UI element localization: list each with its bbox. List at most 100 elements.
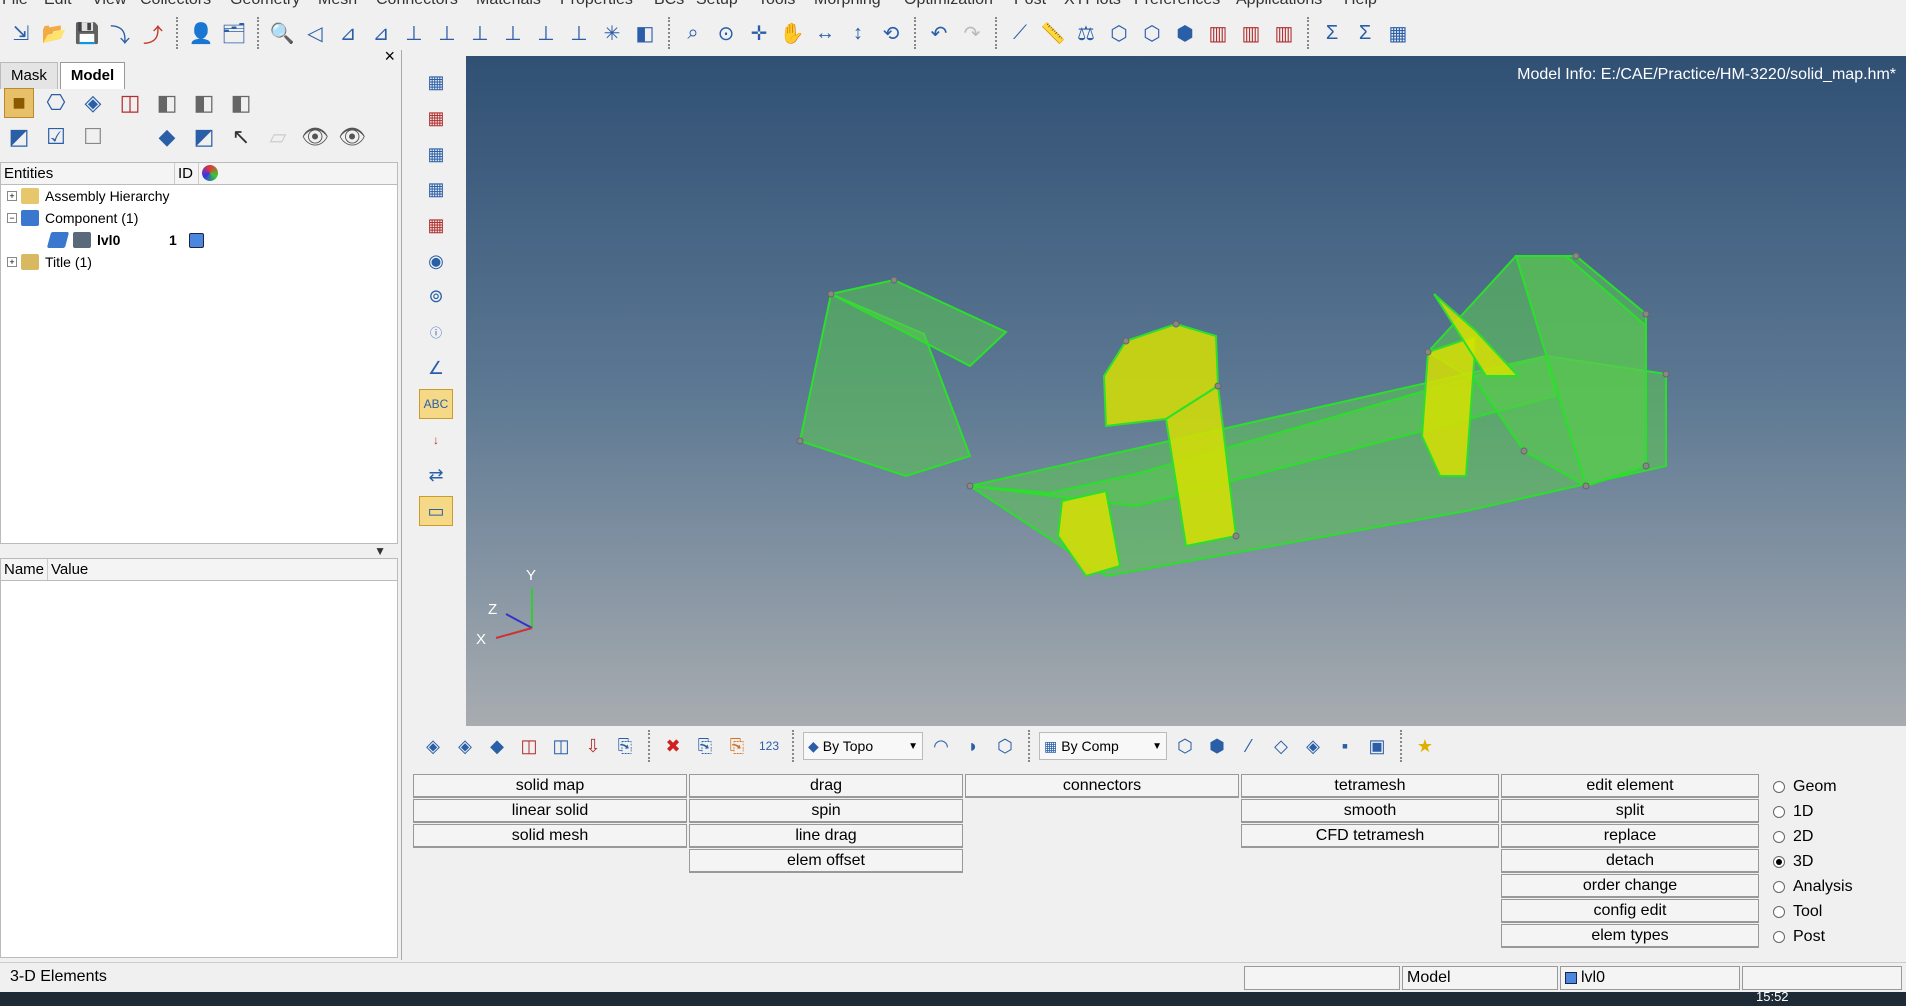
- elem-offset-button[interactable]: elem offset: [689, 849, 963, 873]
- view-xy-icon[interactable]: ⊥: [399, 18, 429, 48]
- globe-icon[interactable]: ◉: [419, 246, 453, 276]
- expand-icon[interactable]: +: [7, 257, 17, 267]
- view-zx-icon[interactable]: ⊥: [498, 18, 528, 48]
- mass-icon[interactable]: ⚖: [1071, 18, 1101, 48]
- radio-circle[interactable]: [1773, 855, 1785, 868]
- element-shrink-icon[interactable]: ▪: [1331, 732, 1359, 760]
- zoom-fit-icon[interactable]: ⊙: [711, 18, 741, 48]
- tab-model[interactable]: Model: [59, 62, 126, 89]
- pan-icon[interactable]: ✛: [744, 18, 774, 48]
- open-model-icon[interactable]: 📂: [39, 18, 69, 48]
- radio-circle[interactable]: [1773, 805, 1785, 818]
- id-column-header[interactable]: ID: [175, 163, 199, 184]
- menu-materials[interactable]: Materials: [476, 0, 541, 9]
- solid-mesh-button[interactable]: solid mesh: [413, 824, 687, 848]
- view-yx-icon[interactable]: ⊥: [531, 18, 561, 48]
- chevron-down-icon[interactable]: ▼: [374, 544, 386, 558]
- geometry-shaded-icon[interactable]: ◗: [959, 732, 987, 760]
- tree-row-lvl0[interactable]: lvl0 1: [1, 229, 397, 251]
- tetramesh-button[interactable]: tetramesh: [1241, 774, 1499, 798]
- edit-element-button[interactable]: edit element: [1501, 774, 1759, 798]
- property-icon[interactable]: ◫: [515, 732, 543, 760]
- info-123-icon[interactable]: ⓘ: [419, 318, 453, 348]
- mesh-check-icon[interactable]: ▦: [419, 104, 453, 134]
- zoom-window-icon[interactable]: ⌕: [678, 18, 708, 48]
- menu-geometry[interactable]: Geometry: [230, 0, 300, 9]
- sum-icon[interactable]: Σ: [1317, 18, 1347, 48]
- assembly-icon[interactable]: ⎔: [41, 88, 71, 118]
- menu-setup[interactable]: Setup: [696, 0, 738, 9]
- color-column-icon[interactable]: [199, 163, 221, 184]
- view-yz-icon[interactable]: ⊥: [465, 18, 495, 48]
- mesh-edit-icon[interactable]: ▦: [419, 68, 453, 98]
- radio-1d[interactable]: 1D: [1773, 799, 1903, 824]
- cube-solid-icon[interactable]: ⬢: [1170, 18, 1200, 48]
- favorite-star-icon[interactable]: ★: [1411, 732, 1439, 760]
- property-icon[interactable]: ◫: [115, 88, 145, 118]
- tree-row-component[interactable]: − Component (1): [1, 207, 397, 229]
- linear-solid-button[interactable]: linear solid: [413, 799, 687, 823]
- radio-circle[interactable]: [1773, 830, 1785, 843]
- connectors-button[interactable]: connectors: [965, 774, 1239, 798]
- config-edit-button[interactable]: config edit: [1501, 899, 1759, 923]
- binoculars-icon[interactable]: ⊚: [419, 282, 453, 312]
- hand-icon[interactable]: ✋: [777, 18, 807, 48]
- tree-row-title[interactable]: + Title (1): [1, 251, 397, 273]
- menu-morphing[interactable]: Morphing: [814, 0, 881, 9]
- tab-mask[interactable]: Mask: [0, 62, 58, 89]
- component-blue-icon[interactable]: ◆: [483, 732, 511, 760]
- menu-collectors[interactable]: Collectors: [140, 0, 211, 9]
- replace-button[interactable]: replace: [1501, 824, 1759, 848]
- name-column-header[interactable]: Name: [1, 559, 48, 580]
- menu-mesh[interactable]: Mesh: [318, 0, 357, 9]
- mesh-remesh-icon[interactable]: ▦: [419, 211, 453, 241]
- element-3d-icon[interactable]: ◈: [1299, 732, 1327, 760]
- menu-bcs[interactable]: BCs: [654, 0, 684, 9]
- menu-help[interactable]: Help: [1344, 0, 1377, 9]
- close-icon[interactable]: ×: [384, 46, 395, 67]
- status-model[interactable]: Model: [1402, 966, 1558, 990]
- hide-icon[interactable]: ▱: [263, 122, 293, 152]
- angle-icon[interactable]: ∠: [419, 354, 453, 384]
- menu-post[interactable]: Post: [1014, 0, 1046, 9]
- radio-2d[interactable]: 2D: [1773, 824, 1903, 849]
- sum-script-icon[interactable]: Σ: [1350, 18, 1380, 48]
- contour-icon[interactable]: ▥: [1203, 18, 1233, 48]
- element-shaded-icon[interactable]: ⬢: [1203, 732, 1231, 760]
- spin-button[interactable]: spin: [689, 799, 963, 823]
- deformed-icon[interactable]: ▥: [1236, 18, 1266, 48]
- drag-button[interactable]: drag: [689, 774, 963, 798]
- copy-icon[interactable]: ⎘: [691, 732, 719, 760]
- split-button[interactable]: split: [1501, 799, 1759, 823]
- expand-icon[interactable]: +: [7, 191, 17, 201]
- graphics-viewport[interactable]: Model Info: E:/CAE/Practice/HM-3220/soli…: [466, 56, 1906, 726]
- move-horizontal-icon[interactable]: ↔: [810, 18, 840, 48]
- menu-xyplots[interactable]: XYPlots: [1064, 0, 1121, 9]
- menu-tools[interactable]: Tools: [758, 0, 795, 9]
- cfd-tetramesh-button[interactable]: CFD tetramesh: [1241, 824, 1499, 848]
- loadcol-icon[interactable]: ◫: [547, 732, 575, 760]
- delete-icon[interactable]: ✖: [659, 732, 687, 760]
- view-iso2-icon[interactable]: ⊿: [366, 18, 396, 48]
- show-icon[interactable]: ◆: [152, 122, 182, 152]
- redo-icon[interactable]: ↷: [957, 18, 987, 48]
- menu-file[interactable]: File: [2, 0, 28, 9]
- value-column-header[interactable]: Value: [48, 559, 397, 580]
- radio-post[interactable]: Post: [1773, 924, 1903, 949]
- loadstep-icon[interactable]: ⇩: [579, 732, 607, 760]
- label-abc-icon[interactable]: ABC: [419, 389, 453, 419]
- elem-types-button[interactable]: elem types: [1501, 924, 1759, 948]
- distance-icon[interactable]: ⟋: [1005, 18, 1035, 48]
- organize-icon[interactable]: 🗂: [219, 18, 249, 48]
- view-back-icon[interactable]: ◁: [300, 18, 330, 48]
- cube-wire-icon[interactable]: ⬡: [1104, 18, 1134, 48]
- expand-all-icon[interactable]: ☑: [41, 122, 71, 152]
- status-component[interactable]: lvl0: [1560, 966, 1740, 990]
- animation-icon[interactable]: ▥: [1269, 18, 1299, 48]
- import-solver-deck-icon[interactable]: ⇲: [6, 18, 36, 48]
- system-icon[interactable]: ◧: [226, 88, 256, 118]
- menu-optimization[interactable]: Optimization: [904, 0, 993, 9]
- menu-view[interactable]: View: [92, 0, 126, 9]
- measure-icon[interactable]: 📏: [1038, 18, 1068, 48]
- component-add-icon[interactable]: ◈: [451, 732, 479, 760]
